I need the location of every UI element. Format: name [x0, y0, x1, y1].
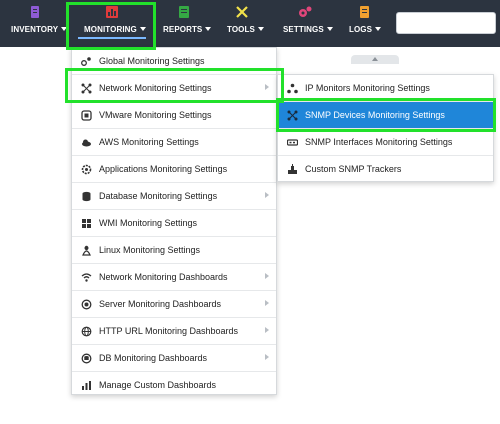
linux-icon [82, 245, 91, 256]
globe-icon [81, 326, 92, 337]
menu-item-global-monitoring-settings[interactable]: Global Monitoring Settings [72, 48, 276, 75]
submenu-item-label: IP Monitors Monitoring Settings [305, 83, 430, 93]
server-globe-icon [81, 299, 92, 310]
nav-settings[interactable]: SETTINGS [276, 0, 334, 47]
logs-icon [360, 6, 369, 18]
menu-item-http-url-monitoring-dashboards[interactable]: HTTP URL Monitoring Dashboards [72, 318, 276, 345]
submenu-item-custom-snmp-trackers[interactable]: Custom SNMP Trackers [278, 156, 493, 183]
submenu-item-label: SNMP Interfaces Monitoring Settings [305, 137, 453, 147]
top-navigation-bar: INVENTORY MONITORING REPORTS TOOLS SETTI… [0, 0, 500, 47]
nav-monitoring[interactable]: MONITORING [70, 0, 154, 47]
tracker-icon [288, 164, 297, 174]
chevron-up-icon [372, 57, 378, 61]
nav-monitoring-label: MONITORING [84, 25, 146, 34]
menu-item-label: Applications Monitoring Settings [99, 164, 228, 174]
submenu-item-snmp-interfaces-settings[interactable]: SNMP Interfaces Monitoring Settings [278, 129, 493, 156]
inventory-book-icon [31, 6, 39, 18]
menu-item-label: AWS Monitoring Settings [99, 137, 199, 147]
menu-item-label: Database Monitoring Settings [99, 191, 218, 201]
nav-logs[interactable]: LOGS [342, 0, 388, 47]
network-icon [81, 83, 92, 94]
database-icon [81, 353, 92, 364]
nav-monitoring-active-indicator [78, 37, 146, 39]
menu-item-vmware-monitoring-settings[interactable]: VMware Monitoring Settings [72, 102, 276, 129]
menu-item-database-monitoring-settings[interactable]: Database Monitoring Settings [72, 183, 276, 210]
chevron-right-icon [265, 84, 269, 90]
windows-icon [82, 219, 91, 228]
ip-network-icon [287, 83, 298, 94]
monitoring-dropdown-menu: Global Monitoring Settings Network Monit… [71, 47, 277, 395]
vmware-icon [81, 110, 92, 121]
nav-inventory-label: INVENTORY [11, 25, 68, 34]
wifi-icon [81, 273, 92, 282]
tools-icon [236, 6, 248, 18]
menu-item-aws-monitoring-settings[interactable]: AWS Monitoring Settings [72, 129, 276, 156]
menu-item-label: Network Monitoring Settings [99, 83, 212, 93]
settings-gears-icon [299, 6, 312, 17]
menu-item-label: DB Monitoring Dashboards [99, 353, 208, 363]
reports-icon [179, 6, 189, 18]
submenu-item-ip-monitors-settings[interactable]: IP Monitors Monitoring Settings [278, 75, 493, 102]
database-icon [82, 191, 91, 202]
cloud-icon [82, 139, 91, 147]
scroll-up-tab[interactable] [351, 55, 399, 64]
menu-item-applications-monitoring-settings[interactable]: Applications Monitoring Settings [72, 156, 276, 183]
network-monitoring-submenu: IP Monitors Monitoring Settings SNMP Dev… [277, 74, 494, 182]
menu-item-label: Global Monitoring Settings [99, 56, 205, 66]
chevron-right-icon [265, 273, 269, 279]
global-settings-icon [81, 57, 91, 66]
submenu-item-label: Custom SNMP Trackers [305, 164, 402, 174]
nav-logs-label: LOGS [349, 25, 382, 34]
nav-settings-label: SETTINGS [283, 25, 333, 34]
search-input[interactable] [396, 12, 496, 34]
chevron-right-icon [265, 327, 269, 333]
interface-icon [287, 139, 298, 146]
chevron-right-icon [265, 300, 269, 306]
menu-item-label: WMI Monitoring Settings [99, 218, 198, 228]
bar-chart-icon [82, 381, 91, 390]
menu-item-wmi-monitoring-settings[interactable]: WMI Monitoring Settings [72, 210, 276, 237]
nav-inventory[interactable]: INVENTORY [4, 0, 68, 47]
menu-item-network-monitoring-settings[interactable]: Network Monitoring Settings [72, 75, 276, 102]
menu-item-label: HTTP URL Monitoring Dashboards [99, 326, 239, 336]
menu-item-manage-custom-dashboards[interactable]: Manage Custom Dashboards [72, 372, 276, 399]
nav-tools[interactable]: TOOLS [220, 0, 266, 47]
applications-gear-icon [81, 164, 92, 175]
menu-item-label: VMware Monitoring Settings [99, 110, 212, 120]
menu-item-label: Server Monitoring Dashboards [99, 299, 222, 309]
submenu-item-label: SNMP Devices Monitoring Settings [305, 110, 445, 120]
chevron-right-icon [265, 192, 269, 198]
menu-item-label: Linux Monitoring Settings [99, 245, 201, 255]
snmp-devices-icon [287, 110, 298, 121]
submenu-item-snmp-devices-settings[interactable]: SNMP Devices Monitoring Settings [278, 102, 493, 129]
menu-item-linux-monitoring-settings[interactable]: Linux Monitoring Settings [72, 237, 276, 264]
menu-item-server-monitoring-dashboards[interactable]: Server Monitoring Dashboards [72, 291, 276, 318]
nav-tools-label: TOOLS [227, 25, 264, 34]
nav-reports[interactable]: REPORTS [158, 0, 214, 47]
chevron-right-icon [265, 354, 269, 360]
menu-item-db-monitoring-dashboards[interactable]: DB Monitoring Dashboards [72, 345, 276, 372]
nav-reports-label: REPORTS [163, 25, 212, 34]
monitoring-chart-icon [106, 6, 118, 18]
menu-item-label: Manage Custom Dashboards [99, 380, 217, 390]
menu-item-network-monitoring-dashboards[interactable]: Network Monitoring Dashboards [72, 264, 276, 291]
menu-item-label: Network Monitoring Dashboards [99, 272, 228, 282]
